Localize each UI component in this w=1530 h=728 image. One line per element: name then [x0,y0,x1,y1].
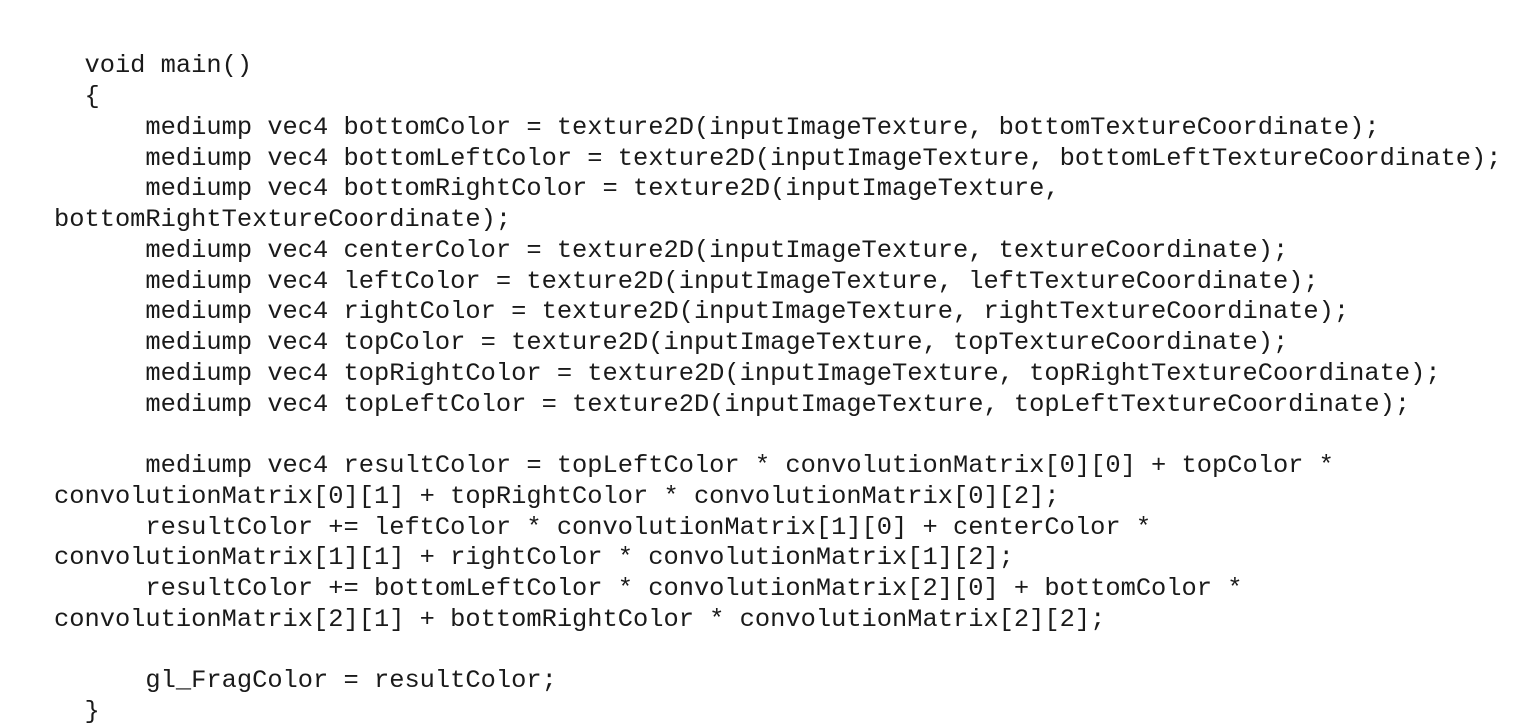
code-line: convolutionMatrix[2][1] + bottomRightCol… [54,604,1106,634]
code-line: convolutionMatrix[1][1] + rightColor * c… [54,543,1014,573]
code-line: mediump vec4 topLeftColor = texture2D(in… [54,389,1411,419]
code-line: mediump vec4 topRightColor = texture2D(i… [54,358,1441,388]
code-line: mediump vec4 bottomColor = texture2D(inp… [54,112,1380,142]
code-line: } [54,697,100,727]
code-line: mediump vec4 resultColor = topLeftColor … [54,451,1334,481]
code-line: mediump vec4 centerColor = texture2D(inp… [54,235,1289,265]
code-line: gl_FragColor = resultColor; [54,666,557,696]
code-line: convolutionMatrix[0][1] + topRightColor … [54,481,1060,511]
code-line: void main() [54,51,253,81]
code-line: mediump vec4 bottomLeftColor = texture2D… [54,143,1502,173]
code-line: mediump vec4 bottomRightColor = texture2… [54,174,1060,204]
code-line: mediump vec4 topColor = texture2D(inputI… [54,328,1289,358]
code-line: resultColor += leftColor * convolutionMa… [54,512,1152,542]
code-line: mediump vec4 rightColor = texture2D(inpu… [54,297,1350,327]
code-line: { [54,82,100,112]
code-line: mediump vec4 leftColor = texture2D(input… [54,266,1319,296]
code-line: bottomRightTextureCoordinate); [54,205,512,235]
code-block: void main() { mediump vec4 bottomColor =… [54,51,1502,728]
code-line: resultColor += bottomLeftColor * convolu… [54,574,1243,604]
